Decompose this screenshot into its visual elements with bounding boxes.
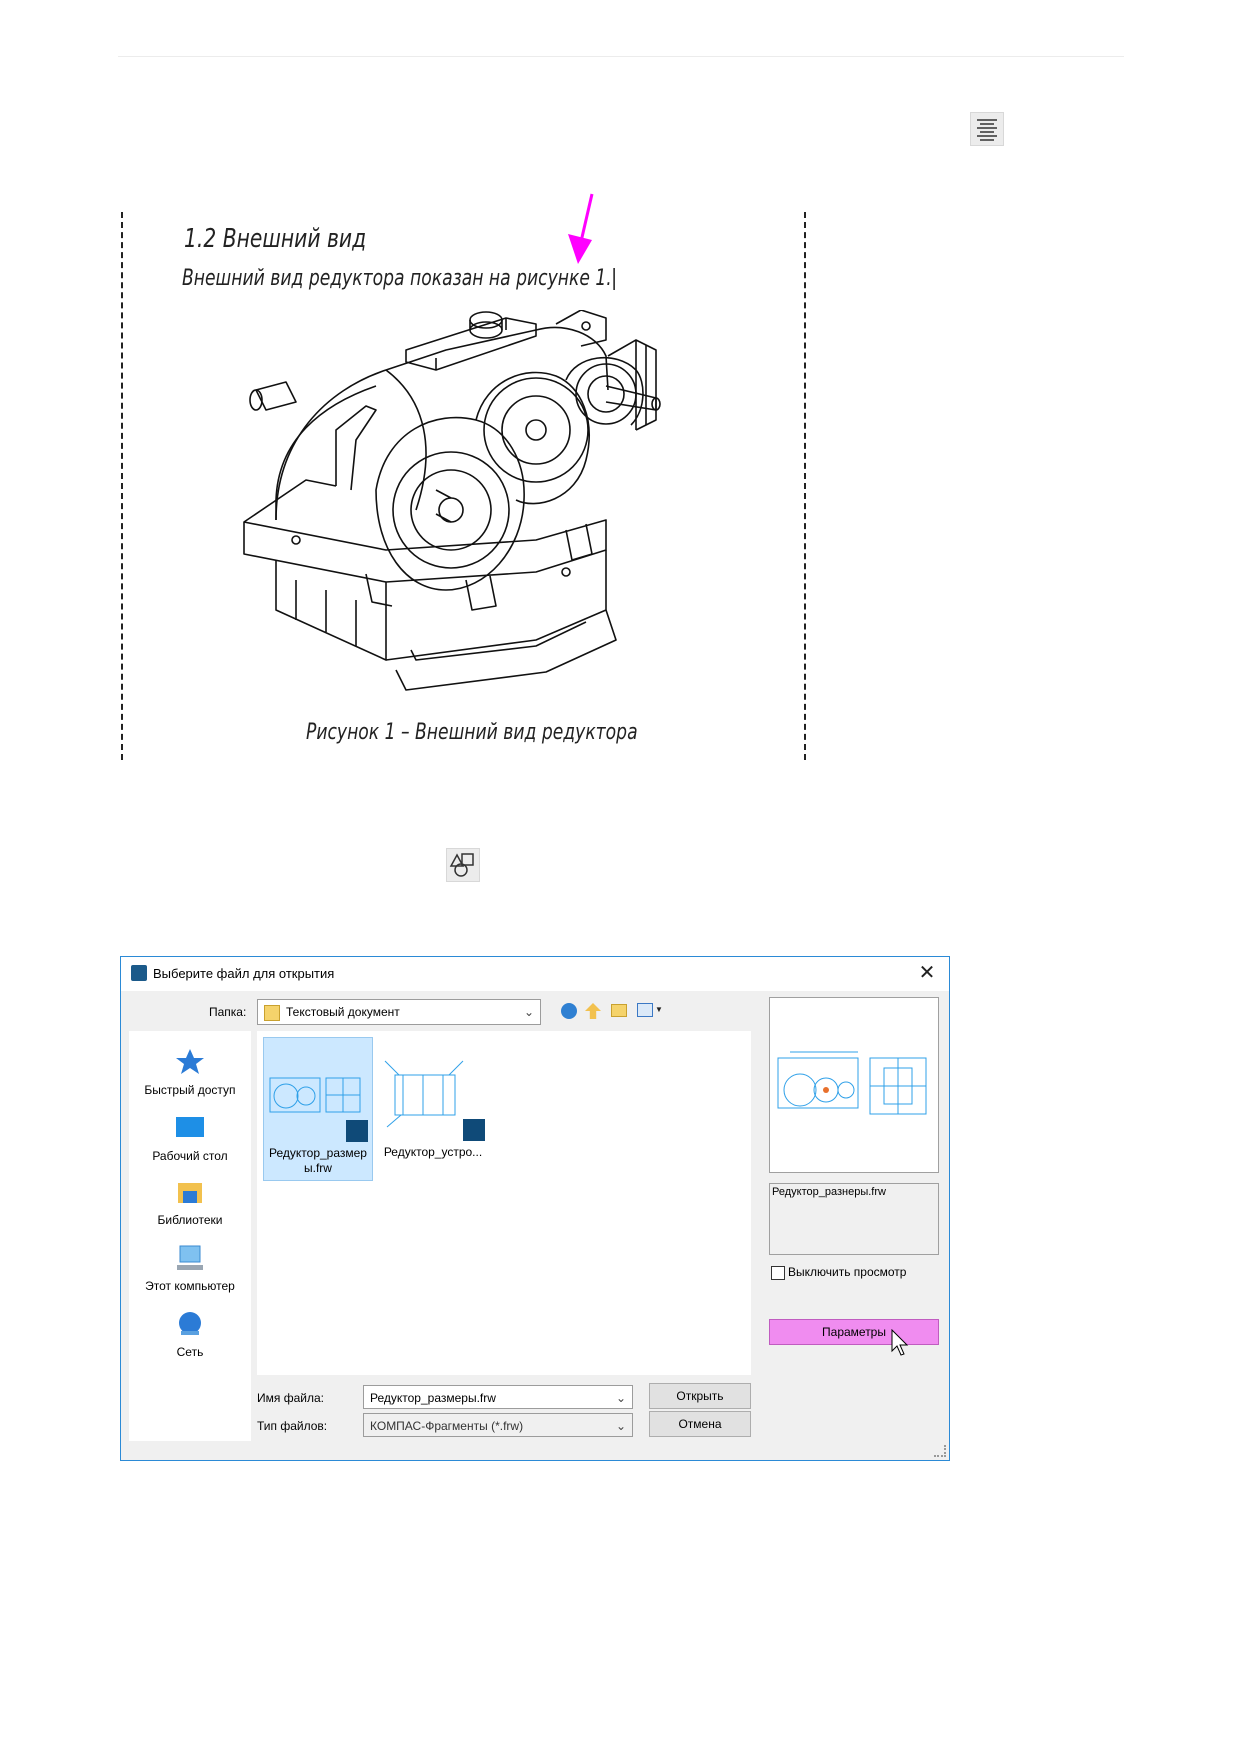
body-text: Внешний вид редуктора показан на рисунке…	[182, 266, 612, 291]
new-folder-icon[interactable]	[611, 1004, 627, 1017]
filetype-value: КОМПАС-Фрагменты (*.frw)	[370, 1419, 524, 1433]
disable-preview-checkbox[interactable]	[771, 1265, 785, 1280]
chevron-down-icon: ⌄	[615, 1391, 626, 1405]
folder-value: Текстовый документ	[286, 1005, 400, 1019]
view-menu-icon[interactable]	[637, 1003, 653, 1017]
preview-image	[777, 1051, 927, 1115]
place-label: Этот компьютер	[145, 1279, 235, 1293]
place-label: Рабочий стол	[152, 1149, 228, 1163]
page-right-border	[804, 212, 806, 760]
body-text-line[interactable]: Внешний вид редуктора показан на рисунке…	[182, 266, 615, 291]
page-left-border	[121, 212, 123, 760]
insert-fragment-icon[interactable]	[446, 848, 480, 882]
text-cursor	[613, 268, 615, 290]
filename-value: Редуктор_размеры.frw	[370, 1391, 496, 1405]
dialog-body: Папка: Текстовый документ ⌄ ▼ Быстрый до…	[121, 991, 949, 1460]
folder-select[interactable]: Текстовый документ ⌄	[257, 999, 541, 1025]
dialog-title: Выберите файл для открытия	[153, 966, 335, 981]
kompas-badge-icon	[463, 1119, 485, 1141]
file-name: Редуктор_устро...	[383, 1145, 483, 1159]
kompas-badge-icon	[346, 1120, 368, 1142]
folder-label: Папка:	[209, 1005, 247, 1019]
filename-label: Имя файла:	[257, 1391, 324, 1405]
library-icon	[178, 1183, 202, 1203]
place-desktop[interactable]: Рабочий стол	[135, 1113, 245, 1163]
app-icon	[131, 965, 147, 981]
close-icon[interactable]: ✕	[915, 961, 939, 985]
gearbox-drawing	[243, 310, 661, 691]
place-this-pc[interactable]: Этот компьютер	[135, 1243, 245, 1293]
pointer-arrow-icon	[568, 193, 594, 264]
preview-filename: Редуктор_разнеры.frw	[769, 1183, 939, 1255]
disable-preview-option[interactable]: Выключить просмотр	[771, 1265, 906, 1280]
file-item-selected[interactable]: Редуктор_размеры.frw	[263, 1037, 373, 1181]
cancel-button[interactable]: Отмена	[649, 1411, 751, 1437]
place-label: Сеть	[176, 1345, 204, 1359]
preview-filename-text: Редуктор_разнеры.frw	[772, 1186, 886, 1198]
star-icon	[176, 1049, 204, 1074]
params-button[interactable]: Параметры	[769, 1319, 939, 1345]
page-top-rule	[118, 56, 1124, 57]
filetype-label: Тип файлов:	[257, 1419, 328, 1433]
view-menu-arrow-icon[interactable]: ▼	[655, 1005, 663, 1014]
computer-icon	[177, 1245, 203, 1270]
place-quick-access[interactable]: Быстрый доступ	[135, 1047, 245, 1097]
back-icon[interactable]	[561, 1003, 577, 1019]
up-folder-icon[interactable]	[585, 1003, 601, 1019]
chevron-down-icon: ⌄	[523, 1005, 534, 1019]
mouse-cursor-icon	[891, 1329, 909, 1356]
filename-input[interactable]: Редуктор_размеры.frw ⌄	[363, 1385, 633, 1409]
desktop-icon	[176, 1117, 204, 1137]
section-heading: 1.2 Внешний вид	[184, 224, 367, 254]
chevron-down-icon: ⌄	[615, 1419, 626, 1433]
open-file-dialog: Выберите файл для открытия ✕ Папка: Текс…	[120, 956, 950, 1461]
folder-icon	[264, 1004, 280, 1021]
network-icon	[179, 1312, 201, 1335]
disable-preview-label: Выключить просмотр	[788, 1265, 907, 1279]
preview-pane	[769, 997, 939, 1173]
place-network[interactable]: Сеть	[135, 1309, 245, 1359]
dialog-titlebar[interactable]: Выберите файл для открытия ✕	[121, 957, 949, 991]
place-libraries[interactable]: Библиотеки	[135, 1177, 245, 1227]
open-button[interactable]: Открыть	[649, 1383, 751, 1409]
file-item[interactable]: Редуктор_устро...	[379, 1037, 489, 1181]
place-label: Библиотеки	[157, 1213, 223, 1227]
resize-grip[interactable]	[934, 1445, 946, 1457]
file-name: Редуктор_размеры.frw	[269, 1146, 367, 1175]
align-center-icon[interactable]	[970, 112, 1004, 146]
place-label: Быстрый доступ	[144, 1083, 236, 1097]
filetype-select[interactable]: КОМПАС-Фрагменты (*.frw) ⌄	[363, 1413, 633, 1437]
figure-caption: Рисунок 1 – Внешний вид редуктора	[306, 720, 638, 745]
